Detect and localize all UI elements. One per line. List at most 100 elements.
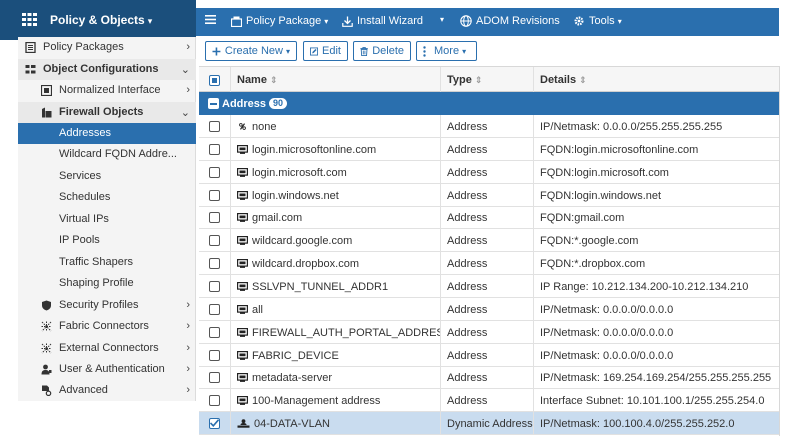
row-checkbox[interactable]: [209, 350, 220, 361]
row-checkbox[interactable]: [209, 121, 220, 132]
row-name: SSLVPN_TUNNEL_ADDR1: [252, 280, 389, 293]
chevron-down-icon: ▾: [617, 16, 622, 26]
row-checkbox[interactable]: [209, 372, 220, 383]
sidebar-item-shaping-profile[interactable]: Shaping Profile: [18, 273, 196, 294]
sidebar-item-policy-packages[interactable]: Policy Packages ›: [18, 37, 196, 58]
tools-menu[interactable]: Tools ▾: [573, 15, 622, 27]
sidebar-item-traffic-shapers[interactable]: Traffic Shapers: [18, 252, 196, 273]
row-checkbox[interactable]: [209, 235, 220, 246]
row-select-cell: [199, 344, 231, 367]
table-row[interactable]: gmail.com Address FQDN:gmail.com: [199, 206, 779, 229]
sidebar-item-wildcard-fqdn[interactable]: Wildcard FQDN Addre...: [18, 144, 196, 165]
delete-button[interactable]: Delete: [353, 41, 411, 61]
row-name-cell[interactable]: SSLVPN_TUNNEL_ADDR1: [231, 275, 441, 298]
sidebar-item-object-configurations[interactable]: Object Configurations ⌄: [18, 59, 196, 80]
table-row[interactable]: login.microsoftonline.com Address FQDN:log…: [199, 138, 779, 161]
collapse-icon[interactable]: [208, 98, 219, 109]
table-row[interactable]: login.windows.net Address FQDN:login.windo…: [199, 184, 779, 207]
more-button[interactable]: More ▾: [416, 41, 477, 61]
sort-icon: ⇕: [474, 74, 483, 85]
adom-revisions-button[interactable]: ADOM Revisions: [460, 15, 560, 27]
sidebar-item-schedules[interactable]: Schedules: [18, 187, 196, 208]
row-checkbox[interactable]: [209, 395, 220, 406]
row-name-cell[interactable]: gmail.com: [231, 206, 441, 229]
sidebar-item-security-profiles[interactable]: Security Profiles ›: [18, 295, 196, 316]
row-checkbox[interactable]: [209, 167, 220, 178]
row-checkbox[interactable]: [209, 304, 220, 315]
sidebar-item-label: Advanced: [59, 384, 108, 396]
row-name-cell[interactable]: login.microsoftonline.com: [231, 138, 441, 161]
select-all-checkbox[interactable]: [209, 74, 220, 86]
sidebar-item-firewall-objects[interactable]: Firewall Objects ⌄: [18, 102, 196, 123]
row-name-cell[interactable]: wildcard.google.com: [231, 229, 441, 252]
sidebar-item-fabric-connectors[interactable]: Fabric Connectors ›: [18, 316, 196, 337]
table-row[interactable]: 100-Management address Address Interface S…: [199, 389, 779, 412]
row-name-cell[interactable]: FIREWALL_AUTH_PORTAL_ADDRESS: [231, 321, 441, 344]
row-select-cell: [199, 184, 231, 207]
chevron-down-icon: ⌄: [180, 107, 190, 119]
table-scrollbar[interactable]: [779, 66, 780, 436]
sidebar-item-services[interactable]: Services: [18, 166, 196, 187]
row-name-cell[interactable]: login.microsoft.com: [231, 161, 441, 184]
row-type-cell: Address: [441, 344, 534, 367]
table-row[interactable]: login.microsoft.com Address FQDN:login.mic…: [199, 161, 779, 184]
column-header-details[interactable]: Details ⇕: [534, 67, 779, 93]
sidebar-item-user-authentication[interactable]: User & Authentication ›: [18, 359, 196, 380]
row-type-cell: Address: [441, 161, 534, 184]
row-checkbox[interactable]: [209, 144, 220, 155]
row-checkbox[interactable]: [209, 281, 220, 292]
row-name-cell[interactable]: metadata-server: [231, 366, 441, 389]
row-checkbox[interactable]: [209, 418, 220, 429]
sidebar-item-normalized-interface[interactable]: Normalized Interface ›: [18, 80, 196, 101]
row-checkbox[interactable]: [209, 190, 220, 201]
sidebar-item-virtual-ips[interactable]: Virtual IPs: [18, 209, 196, 230]
row-checkbox[interactable]: [209, 258, 220, 269]
row-name-cell[interactable]: wildcard.dropbox.com: [231, 252, 441, 275]
row-name-cell[interactable]: 04-DATA-VLAN: [231, 412, 441, 435]
create-new-button[interactable]: Create New ▾: [205, 41, 297, 61]
row-name-cell[interactable]: all: [231, 298, 441, 321]
sidebar-item-addresses[interactable]: Addresses: [18, 123, 196, 144]
row-type-cell: Address: [441, 298, 534, 321]
install-wizard-dropdown[interactable]: ▾: [437, 15, 444, 24]
package-icon: [231, 16, 242, 27]
sidebar-item-external-connectors[interactable]: External Connectors ›: [18, 338, 196, 359]
table-row[interactable]: 04-DATA-VLAN Dynamic Address IP/Netmask: 1…: [199, 412, 779, 435]
row-name-cell[interactable]: 100-Management address: [231, 389, 441, 412]
group-label: Address: [222, 97, 267, 110]
group-header-address[interactable]: Address 90: [199, 92, 779, 115]
menu-toggle-button[interactable]: [205, 15, 220, 24]
address-icon: [237, 373, 252, 382]
address-icon: [237, 305, 252, 314]
row-checkbox[interactable]: [209, 212, 220, 223]
module-switcher[interactable]: Policy & Objects ▾: [0, 0, 196, 40]
interface-icon: [41, 85, 52, 96]
table-row[interactable]: SSLVPN_TUNNEL_ADDR1 Address IP Range: 10.2…: [199, 275, 779, 298]
row-checkbox[interactable]: [209, 327, 220, 338]
row-name-cell[interactable]: none: [231, 115, 441, 138]
address-none-icon: [237, 122, 252, 131]
table-row[interactable]: FABRIC_DEVICE Address IP/Netmask: 0.0.0.0/…: [199, 344, 779, 367]
table-row[interactable]: all Address IP/Netmask: 0.0.0.0/0.0.0.0: [199, 298, 779, 321]
column-header-name[interactable]: Name ⇕: [231, 67, 441, 93]
edit-icon: [310, 46, 319, 56]
column-header-type[interactable]: Type ⇕: [441, 67, 534, 93]
row-select-cell: [199, 252, 231, 275]
table-row[interactable]: FIREWALL_AUTH_PORTAL_ADDRESS Address IP/Ne…: [199, 321, 779, 344]
hamburger-icon: [205, 15, 216, 24]
edit-button[interactable]: Edit: [303, 41, 348, 61]
row-name-cell[interactable]: login.windows.net: [231, 184, 441, 207]
adom-revisions-label: ADOM Revisions: [476, 15, 560, 27]
delete-label: Delete: [372, 45, 404, 57]
trash-icon: [360, 46, 368, 56]
policy-package-menu[interactable]: Policy Package ▾: [231, 15, 328, 27]
table-row[interactable]: metadata-server Address IP/Netmask: 169.25…: [199, 366, 779, 389]
sidebar-item-advanced[interactable]: Advanced ›: [18, 380, 196, 401]
table-row[interactable]: wildcard.google.com Address FQDN:*.google.…: [199, 229, 779, 252]
table-row[interactable]: wildcard.dropbox.com Address FQDN:*.dropbo…: [199, 252, 779, 275]
row-name-cell[interactable]: FABRIC_DEVICE: [231, 344, 441, 367]
table-row[interactable]: none Address IP/Netmask: 0.0.0.0/255.255.2…: [199, 115, 779, 138]
install-wizard-button[interactable]: Install Wizard: [342, 15, 423, 27]
sidebar-item-ip-pools[interactable]: IP Pools: [18, 230, 196, 251]
row-details-cell: IP/Netmask: 100.100.4.0/255.255.252.0: [540, 417, 735, 430]
